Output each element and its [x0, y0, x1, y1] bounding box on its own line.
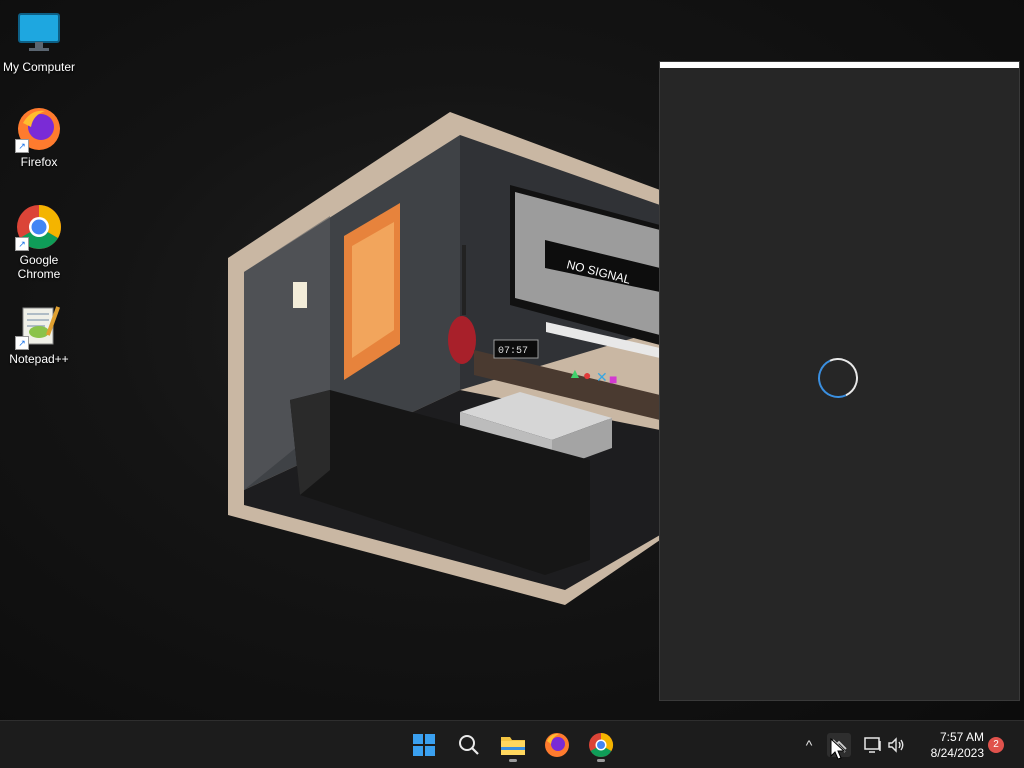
- shortcut-arrow-icon: ↗: [15, 336, 29, 350]
- desktop-icon-label: Google Chrome: [17, 253, 61, 281]
- desktop-icon-firefox[interactable]: ↗ Firefox: [1, 105, 77, 169]
- volume-button[interactable]: [884, 733, 908, 757]
- network-button[interactable]: [861, 733, 885, 757]
- start-button[interactable]: [406, 727, 442, 763]
- search-icon: [459, 735, 479, 755]
- desktop-icon-label: Notepad++: [9, 352, 69, 366]
- desktop-icon-my-computer[interactable]: My Computer: [1, 10, 77, 74]
- desktop-icon-notepadpp[interactable]: ↗ Notepad++: [1, 302, 77, 366]
- svg-text:●: ●: [583, 367, 591, 383]
- search-button[interactable]: [451, 727, 487, 763]
- monitor-icon: [15, 10, 63, 58]
- chrome-icon: [589, 733, 614, 758]
- taskbar-chrome[interactable]: [583, 727, 619, 763]
- taskbar: ^ 7:57 AM 8/24/2023 2: [0, 720, 1024, 768]
- running-indicator: [509, 759, 517, 762]
- svg-text:■: ■: [609, 371, 617, 387]
- notepadpp-icon: ↗: [15, 302, 63, 350]
- taskbar-file-explorer[interactable]: [495, 727, 531, 763]
- show-hidden-icons-button[interactable]: ^: [797, 733, 821, 757]
- desktop-icon-label: Firefox: [20, 155, 58, 169]
- taskbar-clock[interactable]: 7:57 AM 8/24/2023: [912, 729, 984, 761]
- notification-count-badge[interactable]: 2: [988, 737, 1004, 753]
- firefox-icon: [545, 733, 569, 757]
- chevron-up-icon: ^: [805, 737, 813, 753]
- file-explorer-icon: [501, 737, 525, 755]
- shortcut-arrow-icon: ↗: [15, 139, 29, 153]
- mouse-cursor-icon: [830, 738, 846, 760]
- chrome-icon: ↗: [15, 203, 63, 251]
- desktop: NO SIGNAL 07:57 ▲ ● ✕ ■ My Computer ↗ Fi…: [0, 0, 1024, 720]
- loading-spinner: [812, 352, 864, 404]
- svg-text:✕: ✕: [596, 369, 608, 385]
- network-icon: [864, 737, 881, 753]
- clock-time: 7:57 AM: [939, 730, 984, 744]
- volume-icon: [888, 737, 904, 753]
- taskbar-firefox[interactable]: [539, 727, 575, 763]
- windows-start-icon: [413, 734, 435, 756]
- running-indicator: [597, 759, 605, 762]
- clock-date: 8/24/2023: [930, 746, 984, 760]
- app-window-loading[interactable]: [659, 61, 1020, 701]
- wallpaper-clock-text: 07:57: [498, 346, 528, 357]
- window-top-bar: [660, 62, 1019, 68]
- svg-text:▲: ▲: [568, 365, 582, 381]
- desktop-icon-google-chrome[interactable]: ↗ Google Chrome: [1, 203, 77, 281]
- desktop-icon-label: My Computer: [2, 60, 76, 74]
- shortcut-arrow-icon: ↗: [15, 237, 29, 251]
- firefox-icon: ↗: [15, 105, 63, 153]
